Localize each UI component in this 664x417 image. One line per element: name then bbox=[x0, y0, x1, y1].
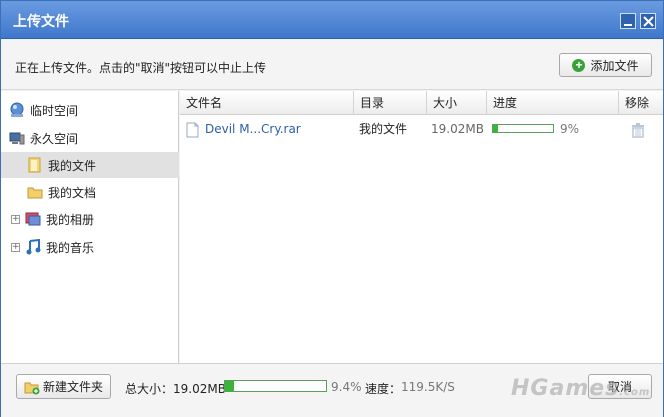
expand-toggle[interactable]: + bbox=[11, 214, 20, 224]
speed-value: 119.5K/S bbox=[401, 380, 455, 394]
sidebar-item-label: 临时空间 bbox=[30, 103, 79, 118]
column-header-progress[interactable]: 进度 bbox=[487, 91, 619, 115]
total-progress-text: 9.4% bbox=[331, 380, 362, 394]
table-header: 文件名 目录 大小 进度 移除 bbox=[180, 91, 663, 115]
add-file-label: 添加文件 bbox=[590, 58, 639, 73]
file-icon bbox=[186, 121, 199, 138]
temp-space-icon bbox=[9, 102, 25, 118]
column-header-size[interactable]: 大小 bbox=[427, 91, 487, 115]
column-header-name[interactable]: 文件名 bbox=[180, 91, 354, 115]
sidebar-item-label: 我的文件 bbox=[48, 158, 97, 173]
new-folder-icon bbox=[24, 379, 40, 395]
sidebar-item-permanent-space[interactable]: 永久空间 bbox=[1, 125, 179, 151]
sidebar-item-label: 我的相册 bbox=[46, 212, 95, 227]
computer-icon bbox=[9, 130, 25, 146]
upload-hint-text: 正在上传文件。点击的"取消"按钮可以中止上传 bbox=[15, 61, 267, 75]
column-header-remove[interactable]: 移除 bbox=[619, 91, 663, 115]
trash-icon[interactable] bbox=[631, 121, 645, 138]
upload-dialog: 上传文件 正在上传文件。点击的"取消"按钮可以中止上传 + 添加文件 临时空间 … bbox=[0, 0, 664, 417]
file-name: Devil M...Cry.rar bbox=[205, 122, 301, 136]
music-note-icon bbox=[25, 238, 41, 255]
window-title: 上传文件 bbox=[13, 14, 69, 30]
total-progress-fill bbox=[225, 381, 235, 391]
sidebar-item-my-album[interactable]: + 我的相册 bbox=[1, 206, 179, 232]
new-folder-button[interactable]: 新建文件夹 bbox=[16, 374, 111, 399]
file-progress-text: 9% bbox=[560, 122, 580, 136]
column-header-dir[interactable]: 目录 bbox=[354, 91, 427, 115]
file-progress-bar bbox=[492, 124, 554, 133]
plus-icon: + bbox=[572, 58, 586, 72]
title-bar: 上传文件 bbox=[1, 1, 663, 39]
table-row[interactable]: Devil M...Cry.rar 我的文件 19.02MB 9% bbox=[180, 116, 663, 142]
close-icon bbox=[643, 16, 654, 27]
sidebar-item-my-files[interactable]: 我的文件 bbox=[1, 152, 179, 178]
sidebar: 临时空间 永久空间 我的文件 我的文档 + 我的相册 + 我的音乐 bbox=[1, 91, 179, 363]
sidebar-item-label: 我的音乐 bbox=[46, 240, 95, 255]
sidebar-item-label: 我的文档 bbox=[48, 185, 97, 200]
sidebar-item-temp-space[interactable]: 临时空间 bbox=[1, 97, 179, 123]
file-size: 19.02MB bbox=[431, 122, 484, 136]
file-progress-fill bbox=[493, 125, 499, 132]
add-file-button[interactable]: + 添加文件 bbox=[559, 53, 652, 77]
speed-label: 速度： bbox=[365, 382, 402, 396]
sidebar-item-my-music[interactable]: + 我的音乐 bbox=[1, 234, 179, 260]
new-folder-label: 新建文件夹 bbox=[42, 380, 103, 394]
watermark-logo: HGames.com bbox=[511, 376, 651, 401]
bottom-bar: 新建文件夹 总大小：19.02MB 9.4% 速度： 119.5K/S 取消 H… bbox=[1, 363, 663, 417]
expand-toggle[interactable]: + bbox=[11, 242, 20, 252]
top-toolbar: 正在上传文件。点击的"取消"按钮可以中止上传 + 添加文件 bbox=[1, 40, 663, 90]
file-table: 文件名 目录 大小 进度 移除 Devil M...Cry.rar 我的文件 1… bbox=[180, 91, 663, 363]
file-dir: 我的文件 bbox=[359, 122, 408, 136]
folder-icon bbox=[27, 184, 43, 200]
minimize-button[interactable] bbox=[620, 13, 636, 29]
total-progress-bar bbox=[224, 380, 327, 392]
sidebar-item-label: 永久空间 bbox=[30, 131, 79, 146]
sidebar-item-my-documents[interactable]: 我的文档 bbox=[1, 179, 179, 205]
photo-album-icon bbox=[25, 211, 41, 227]
total-size-text: 总大小：19.02MB bbox=[125, 382, 226, 396]
folder-open-icon bbox=[27, 157, 43, 173]
close-button[interactable] bbox=[640, 13, 656, 29]
